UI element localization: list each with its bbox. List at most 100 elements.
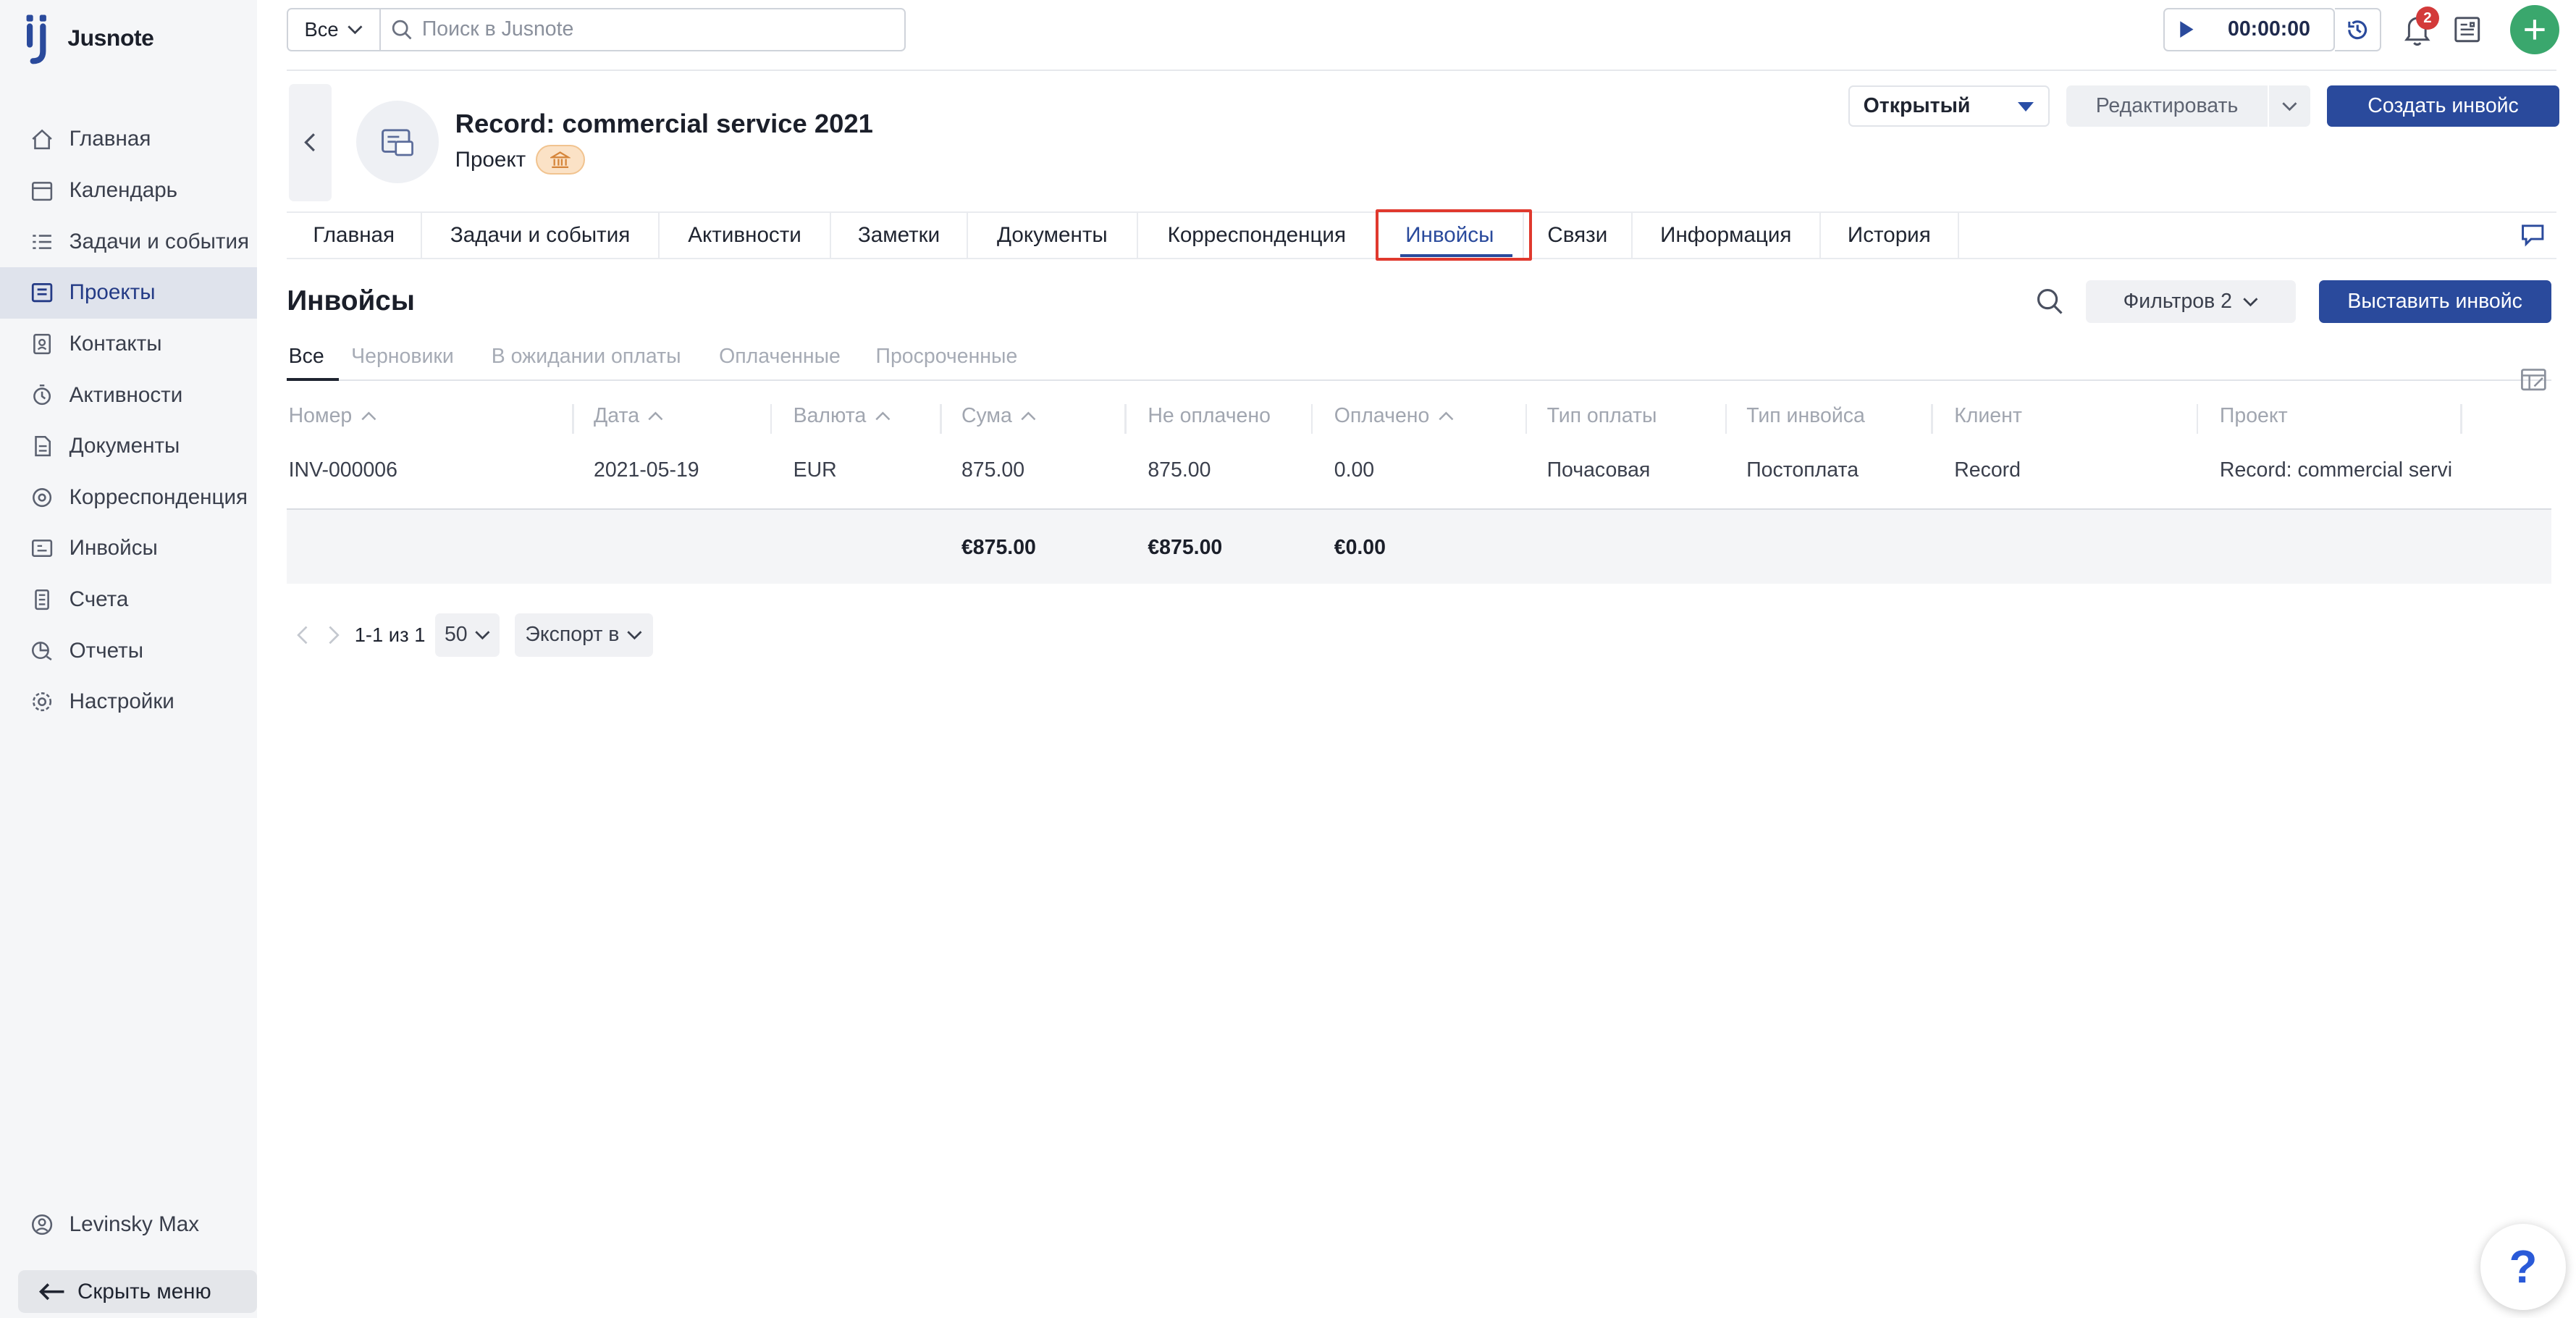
column-header-currency[interactable]: Валюта xyxy=(794,404,891,428)
column-header-number[interactable]: Номер xyxy=(289,404,377,428)
sort-up-icon xyxy=(648,411,663,420)
sort-up-icon xyxy=(1439,411,1454,420)
tab-notes[interactable]: Заметки xyxy=(831,212,969,259)
table-columns-icon[interactable] xyxy=(2520,366,2548,393)
time-tracker[interactable]: 00:00:00 xyxy=(2163,8,2336,51)
column-header-paid[interactable]: Оплачено xyxy=(1334,404,1455,428)
sidebar-item-label: Главная xyxy=(69,127,151,151)
subtab-drafts[interactable]: Черновики xyxy=(351,345,454,369)
export-label: Экспорт в xyxy=(525,623,620,647)
sidebar-item-accounts[interactable]: Счета xyxy=(0,574,257,626)
search-scope-select[interactable]: Все xyxy=(287,8,379,51)
cell-project[interactable]: Record: commercial servi xyxy=(2220,458,2461,482)
back-button[interactable] xyxy=(288,84,332,201)
tab-tasks[interactable]: Задачи и события xyxy=(422,212,660,259)
column-header-label: Оплачено xyxy=(1334,404,1430,428)
comments-icon[interactable] xyxy=(2520,221,2546,247)
cell-unpaid: 875.00 xyxy=(1148,458,1211,482)
sidebar-item-documents[interactable]: Документы xyxy=(0,421,257,472)
subtab-overdue[interactable]: Просроченные xyxy=(876,345,1018,369)
calendar-icon xyxy=(30,178,54,203)
play-icon[interactable] xyxy=(2179,20,2195,39)
export-button[interactable]: Экспорт в xyxy=(514,613,653,657)
column-separator xyxy=(2460,404,2462,435)
newspaper-icon[interactable] xyxy=(2451,13,2484,46)
page-size-value: 50 xyxy=(444,623,468,647)
tab-invoices[interactable]: Инвойсы xyxy=(1377,212,1524,259)
logo[interactable]: Jusnote xyxy=(23,12,154,64)
sidebar-item-settings[interactable]: Настройки xyxy=(0,676,257,728)
column-header-invoice-type[interactable]: Тип инвойса xyxy=(1746,404,1865,428)
home-icon xyxy=(30,127,54,151)
column-header-label: Клиент xyxy=(1954,404,2022,428)
column-header-date[interactable]: Дата xyxy=(594,404,664,428)
cell-paid: 0.00 xyxy=(1334,458,1375,482)
edit-more-button[interactable] xyxy=(2269,85,2311,127)
tab-main[interactable]: Главная xyxy=(287,212,423,259)
invoice-status-tabs: Все Черновики В ожидании оплаты Оплаченн… xyxy=(287,342,2551,382)
tab-relations[interactable]: Связи xyxy=(1524,212,1633,259)
cell-client[interactable]: Record xyxy=(1954,458,2021,482)
edit-button[interactable]: Редактировать xyxy=(2066,85,2268,127)
activity-icon xyxy=(30,382,54,407)
timer-history-button[interactable] xyxy=(2335,8,2382,51)
search-icon[interactable] xyxy=(2035,287,2065,316)
quick-add-button[interactable] xyxy=(2509,4,2560,55)
timer-value: 00:00:00 xyxy=(2228,17,2310,41)
hide-menu-button[interactable]: Скрыть меню xyxy=(18,1269,258,1314)
tab-documents[interactable]: Документы xyxy=(968,212,1138,259)
project-type: Проект xyxy=(455,145,586,175)
sidebar-item-activity[interactable]: Активности xyxy=(0,369,257,421)
page-size-select[interactable]: 50 xyxy=(435,613,500,657)
column-header-project[interactable]: Проект xyxy=(2220,404,2288,428)
tab-activities[interactable]: Активности xyxy=(660,212,831,259)
column-header-unpaid[interactable]: Не оплачено xyxy=(1148,404,1271,428)
cell-amount: 875.00 xyxy=(961,458,1025,482)
issue-invoice-button[interactable]: Выставить инвойс xyxy=(2318,280,2551,324)
documents-icon xyxy=(30,434,54,458)
project-status-select[interactable]: Открытый xyxy=(1848,85,2050,127)
project-folder-icon xyxy=(381,129,413,156)
app-name: Jusnote xyxy=(67,24,154,51)
column-header-payment-type[interactable]: Тип оплаты xyxy=(1547,404,1657,428)
prev-page-icon[interactable] xyxy=(292,624,315,647)
sidebar-item-calendar[interactable]: Календарь xyxy=(0,165,257,217)
column-separator xyxy=(2197,404,2199,435)
column-header-label: Не оплачено xyxy=(1148,404,1271,428)
tab-information[interactable]: Информация xyxy=(1633,212,1821,259)
search-input[interactable] xyxy=(421,17,884,42)
chevron-left-icon xyxy=(304,133,316,152)
sidebar-item-label: Активности xyxy=(69,382,183,407)
sidebar-item-reports[interactable]: Отчеты xyxy=(0,625,257,676)
tab-correspondence[interactable]: Корреспонденция xyxy=(1138,212,1377,259)
next-page-icon[interactable] xyxy=(321,624,345,647)
tab-history[interactable]: История xyxy=(1821,212,1959,259)
invoices-icon xyxy=(30,536,54,561)
sidebar-item-correspondence[interactable]: Корреспонденция xyxy=(0,471,257,523)
total-amount: €875.00 xyxy=(961,536,1036,560)
create-invoice-button[interactable]: Создать инвойс xyxy=(2326,85,2560,127)
bank-icon xyxy=(550,151,571,169)
sidebar-item-home[interactable]: Главная xyxy=(0,114,257,165)
sidebar-item-contacts[interactable]: Контакты xyxy=(0,319,257,370)
arrow-left-icon xyxy=(39,1283,64,1301)
hide-menu-label: Скрыть меню xyxy=(77,1279,211,1304)
help-button[interactable]: ? xyxy=(2480,1224,2567,1310)
sidebar-item-tasks[interactable]: Задачи и события xyxy=(0,216,257,267)
filters-button[interactable]: Фильтров 2 xyxy=(2086,280,2296,324)
cell-currency: EUR xyxy=(793,458,837,482)
subtab-awaiting-payment[interactable]: В ожидании оплаты xyxy=(492,345,681,369)
user-profile[interactable]: Levinsky Max xyxy=(30,1212,199,1237)
cell-number[interactable]: INV-000006 xyxy=(289,458,397,482)
column-header-client[interactable]: Клиент xyxy=(1954,404,2022,428)
column-separator xyxy=(1931,404,1933,435)
subtab-all[interactable]: Все xyxy=(287,345,338,382)
sidebar-item-projects[interactable]: Проекты xyxy=(0,266,258,319)
sidebar-item-label: Документы xyxy=(69,434,180,458)
sidebar-item-label: Календарь xyxy=(69,178,178,203)
jusnote-logo-icon xyxy=(26,14,46,64)
chevron-down-icon xyxy=(2242,298,2258,307)
column-header-amount[interactable]: Сума xyxy=(961,404,1037,428)
sidebar-item-invoices[interactable]: Инвойсы xyxy=(0,523,257,574)
subtab-paid[interactable]: Оплаченные xyxy=(719,345,841,369)
